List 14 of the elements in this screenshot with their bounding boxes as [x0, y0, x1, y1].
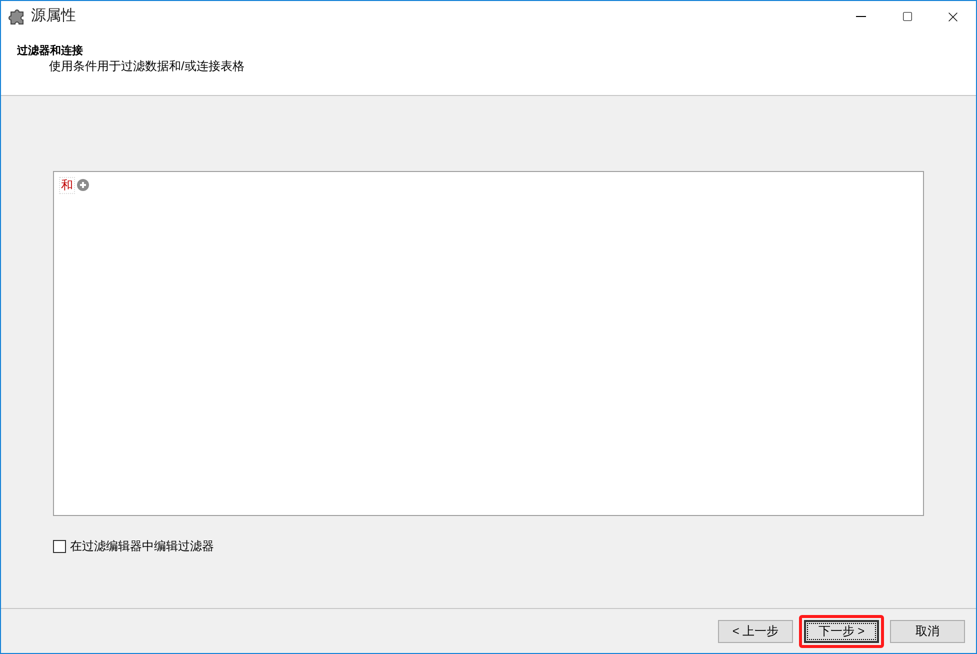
- operator-link[interactable]: 和: [59, 177, 75, 194]
- checkbox[interactable]: [53, 540, 66, 552]
- window-title: 源属性: [31, 6, 76, 26]
- wizard-button[interactable]: 取消: [890, 620, 965, 642]
- minimize-icon: [856, 16, 866, 17]
- filter-editor[interactable]: 和: [53, 171, 924, 516]
- wizard-button[interactable]: 下一步 >: [804, 620, 879, 642]
- header-title: 过滤器和连接: [17, 44, 84, 58]
- header-subtitle: 使用条件用于过滤数据和/或连接表格: [49, 58, 246, 74]
- add-icon[interactable]: [77, 179, 89, 191]
- wizard-button[interactable]: < 上一步: [718, 620, 793, 642]
- checkbox-label: 在过滤编辑器中编辑过滤器: [70, 538, 214, 555]
- maximize-icon: [902, 11, 912, 22]
- puzzle-icon: [8, 8, 26, 26]
